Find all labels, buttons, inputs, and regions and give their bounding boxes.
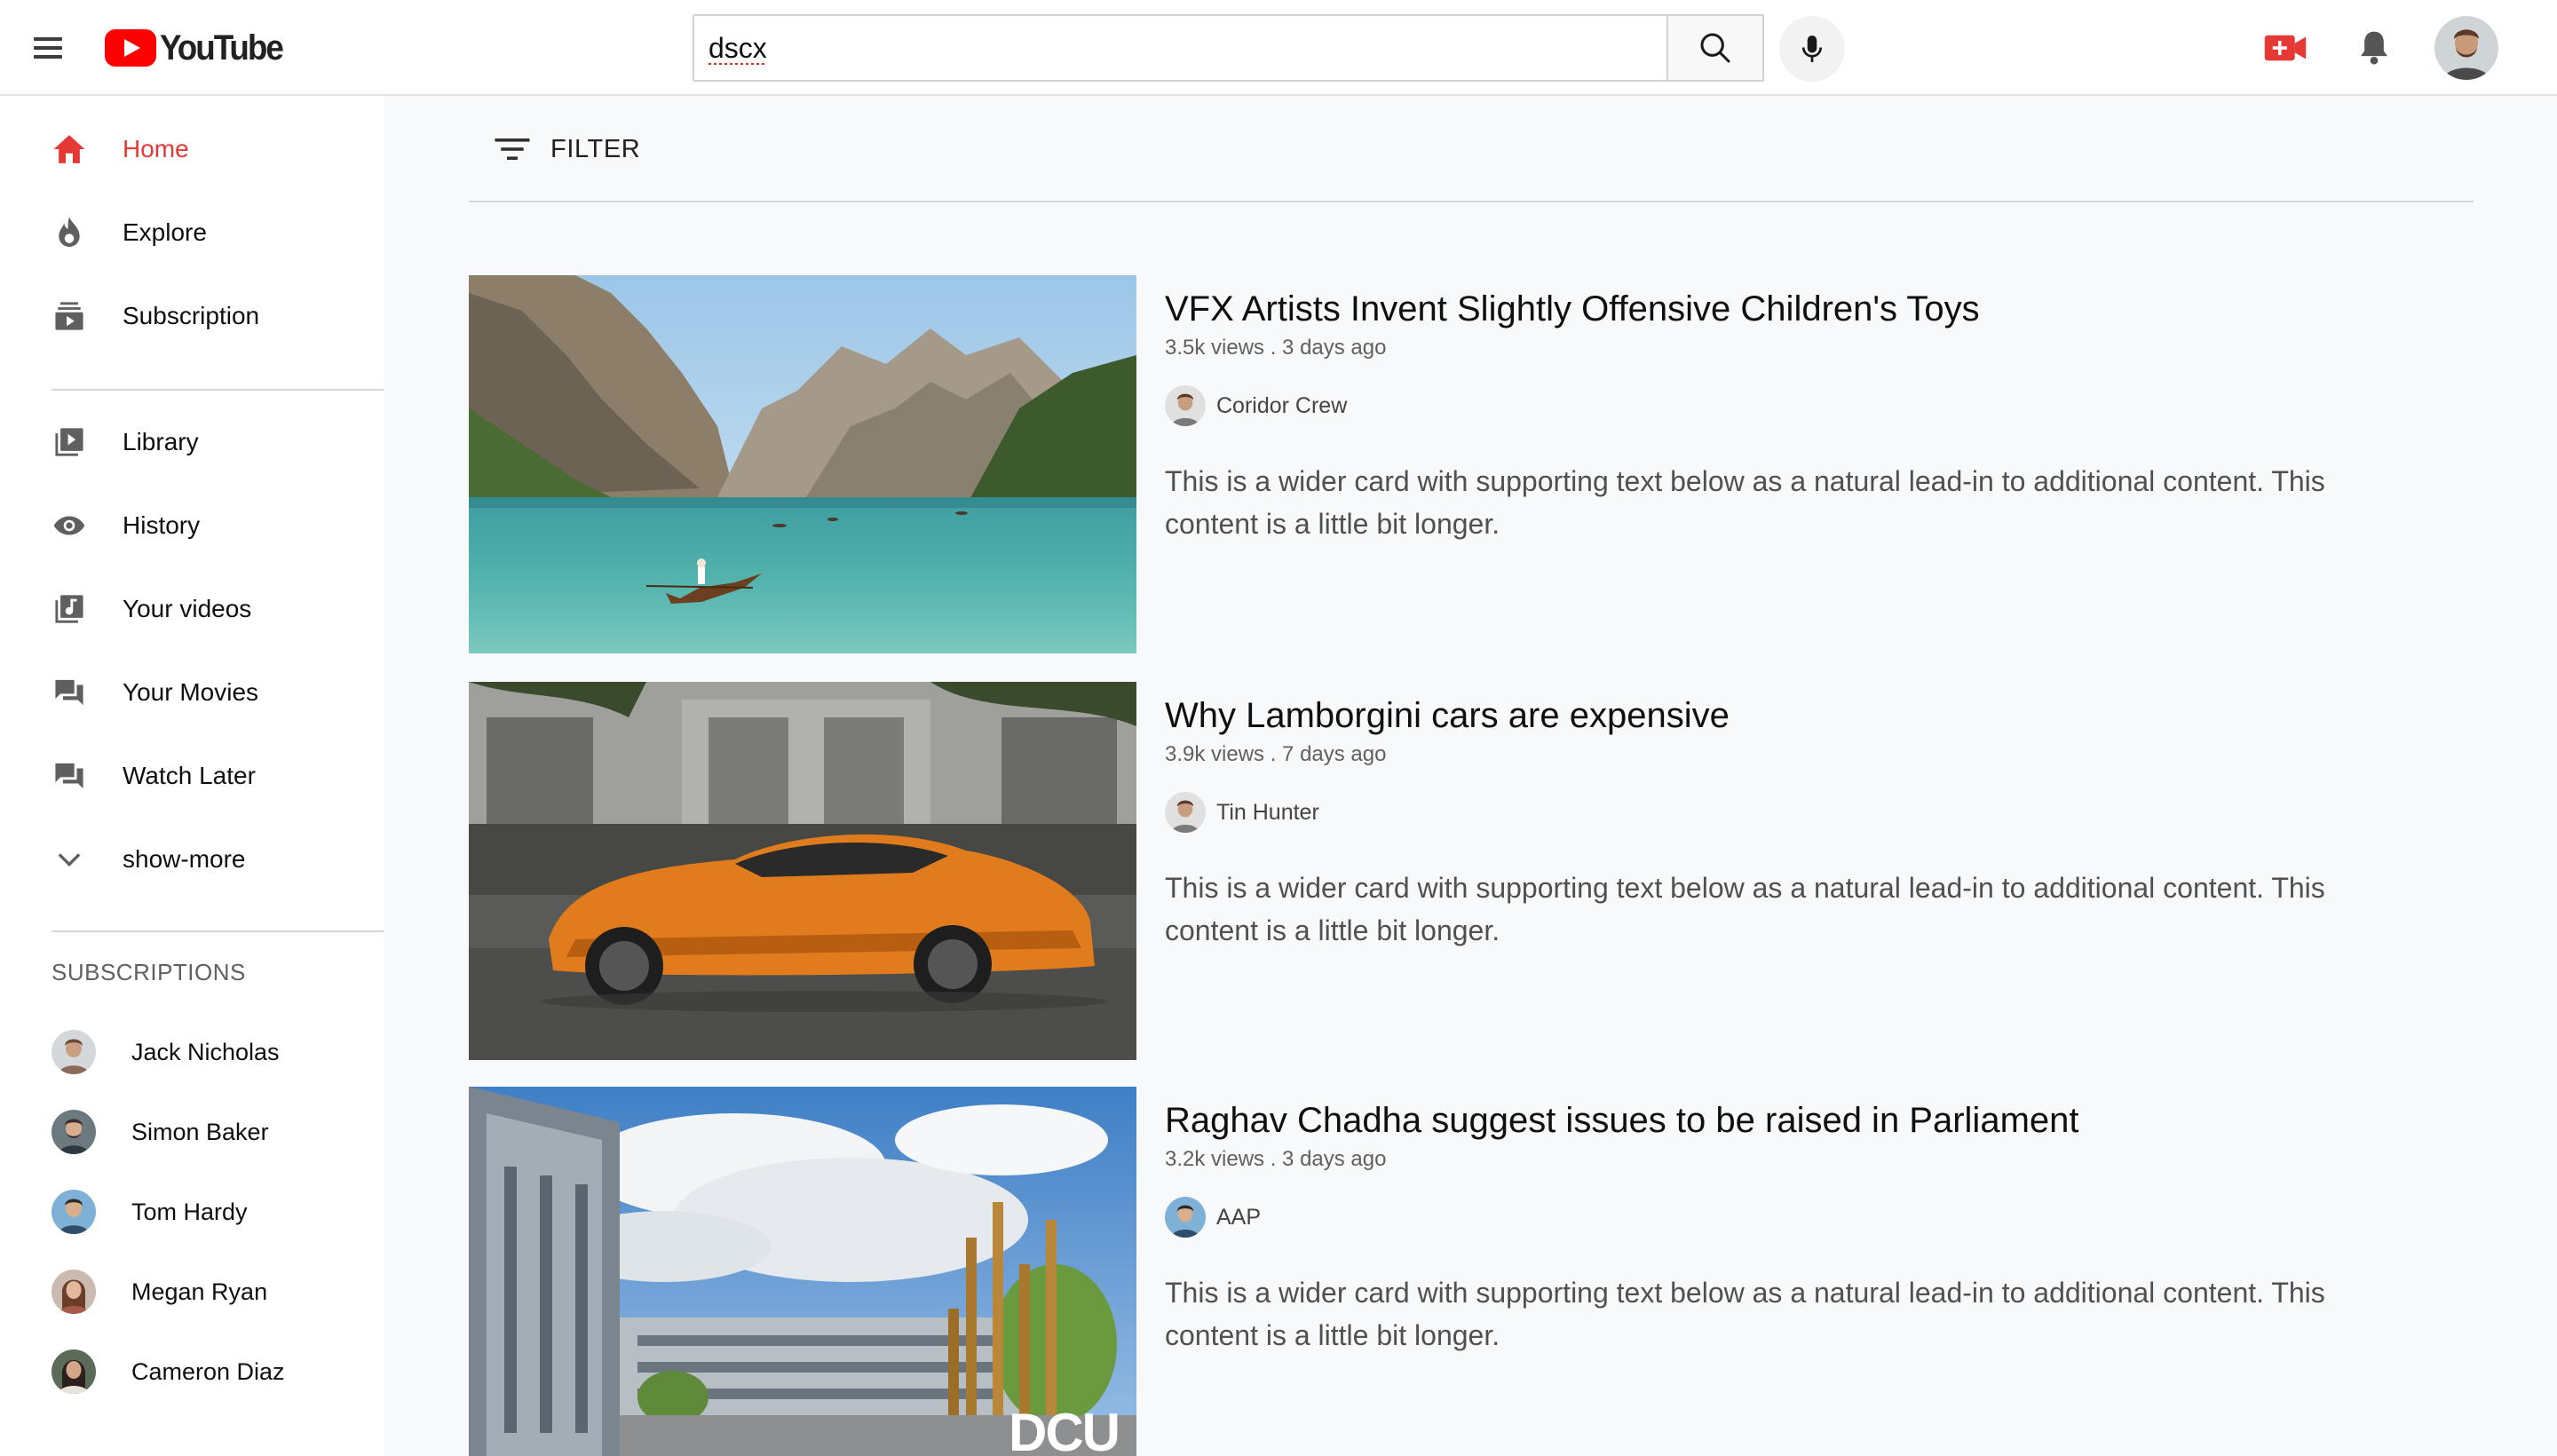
video-title[interactable]: Why Lamborgini cars are expensive [1165, 696, 1730, 736]
channel-name: Coridor Crew [1216, 392, 1348, 418]
video-meta: 3.9k views . 7 days ago [1165, 742, 1387, 766]
watch-later-icon [51, 758, 87, 794]
avatar [51, 1270, 96, 1314]
logo-text: YouTube [160, 28, 284, 67]
channel-name: AAP [1216, 1204, 1262, 1230]
subscription-item-simon-baker[interactable]: Simon Baker [0, 1096, 384, 1159]
video-meta: 3.5k views . 3 days ago [1165, 336, 1387, 360]
chevron-down-icon [51, 842, 87, 877]
sidebar-item-label: Your Movies [123, 678, 259, 706]
main-content: FILTER VFX Artists Invent Slightly Offen… [384, 96, 2557, 1456]
avatar [51, 1190, 96, 1234]
history-icon [51, 508, 87, 543]
sidebar-item-show-more[interactable]: show-more [0, 827, 384, 891]
video-thumbnail[interactable] [469, 275, 1136, 653]
video-description: This is a wider card with supporting tex… [1165, 1277, 2325, 1351]
top-bar: YouTube [0, 0, 2557, 96]
sidebar-item-history[interactable]: History [0, 494, 384, 558]
account-avatar[interactable] [2434, 16, 2498, 80]
video-channel[interactable]: Tin Hunter [1165, 790, 1319, 835]
filter-icon [495, 138, 530, 160]
subscription-name: Megan Ryan [131, 1278, 268, 1305]
search-button[interactable] [1666, 16, 1762, 80]
sidebar-item-your-movies[interactable]: Your Movies [0, 661, 384, 724]
subscriptions-icon [51, 298, 87, 334]
voice-search-button[interactable] [1779, 16, 1845, 82]
sidebar-item-home[interactable]: Home [0, 117, 384, 181]
notifications-button[interactable] [2351, 25, 2397, 71]
video-thumbnail[interactable]: DCU [469, 1087, 1136, 1456]
channel-name: Tin Hunter [1216, 799, 1319, 825]
video-thumbnail[interactable] [469, 682, 1136, 1060]
bell-icon [2361, 31, 2387, 65]
sidebar-item-label: Explore [123, 218, 207, 246]
sidebar-divider [51, 389, 384, 391]
video-meta: 3.2k views . 3 days ago [1165, 1147, 1387, 1171]
thumbnail-text: DCU [1009, 1403, 1119, 1456]
subscription-item-megan-ryan[interactable]: Megan Ryan [0, 1255, 384, 1319]
video-card[interactable]: VFX Artists Invent Slightly Offensive Ch… [469, 275, 2466, 653]
filter-divider [469, 201, 2474, 202]
subscription-name: Tom Hardy [131, 1199, 248, 1225]
home-icon [51, 131, 87, 167]
search-box [693, 14, 1764, 82]
menu-icon[interactable] [30, 28, 66, 67]
sidebar-item-library[interactable]: Library [0, 410, 384, 474]
avatar [1165, 385, 1206, 426]
filter-button[interactable]: FILTER [494, 130, 640, 169]
sidebar-item-label: Your videos [123, 595, 252, 622]
video-description: This is a wider card with supporting tex… [1165, 465, 2325, 540]
your-videos-icon [51, 591, 87, 627]
video-description: This is a wider card with supporting tex… [1165, 872, 2325, 946]
video-channel[interactable]: Coridor Crew [1165, 384, 1347, 428]
sidebar-item-label: show-more [123, 845, 246, 873]
create-video-button[interactable] [2262, 28, 2308, 67]
avatar [51, 1110, 96, 1154]
avatar [1165, 1197, 1206, 1238]
microphone-icon [1801, 36, 1823, 62]
video-channel[interactable]: AAP [1165, 1195, 1261, 1239]
movies-icon [51, 675, 87, 710]
subscription-name: Cameron Diaz [131, 1358, 285, 1385]
sidebar-item-subscription[interactable]: Subscription [0, 284, 384, 348]
library-icon [51, 424, 87, 460]
sidebar-item-explore[interactable]: Explore [0, 201, 384, 265]
video-card[interactable]: Why Lamborgini cars are expensive 3.9k v… [469, 682, 2466, 1060]
sidebar: Home Explore Subscription Library Histor… [0, 96, 384, 1456]
subscription-item-tom-hardy[interactable]: Tom Hardy [0, 1175, 384, 1239]
search-icon [1700, 33, 1730, 63]
search-input[interactable] [694, 16, 1666, 80]
subscription-item-cameron-diaz[interactable]: Cameron Diaz [0, 1335, 384, 1399]
sidebar-item-label: History [123, 511, 201, 539]
avatar [51, 1030, 96, 1074]
video-title[interactable]: Raghav Chadha suggest issues to be raise… [1165, 1101, 2079, 1141]
video-camera-plus-icon [2264, 35, 2307, 61]
sidebar-item-label: Watch Later [123, 762, 256, 789]
sidebar-item-label: Home [123, 135, 189, 162]
avatar [51, 1349, 96, 1394]
sidebar-divider [51, 930, 384, 932]
sidebar-item-label: Library [123, 428, 199, 455]
sidebar-item-label: Subscription [123, 302, 260, 329]
youtube-logo[interactable]: YouTube [105, 27, 293, 69]
explore-icon [51, 215, 87, 250]
subscription-item-jack-nicholas[interactable]: Jack Nicholas [0, 1016, 384, 1080]
sidebar-item-your-videos[interactable]: Your videos [0, 577, 384, 641]
subscription-name: Simon Baker [131, 1119, 269, 1145]
subscriptions-heading: SUBSCRIPTIONS [51, 959, 246, 985]
avatar [1165, 792, 1206, 833]
subscription-name: Jack Nicholas [131, 1039, 280, 1065]
video-title[interactable]: VFX Artists Invent Slightly Offensive Ch… [1165, 289, 1980, 329]
filter-label: FILTER [550, 134, 641, 163]
sidebar-item-watch-later[interactable]: Watch Later [0, 744, 384, 808]
video-card[interactable]: DCU Raghav Chadha suggest issues to be r… [469, 1087, 2466, 1456]
youtube-play-icon [105, 29, 156, 67]
